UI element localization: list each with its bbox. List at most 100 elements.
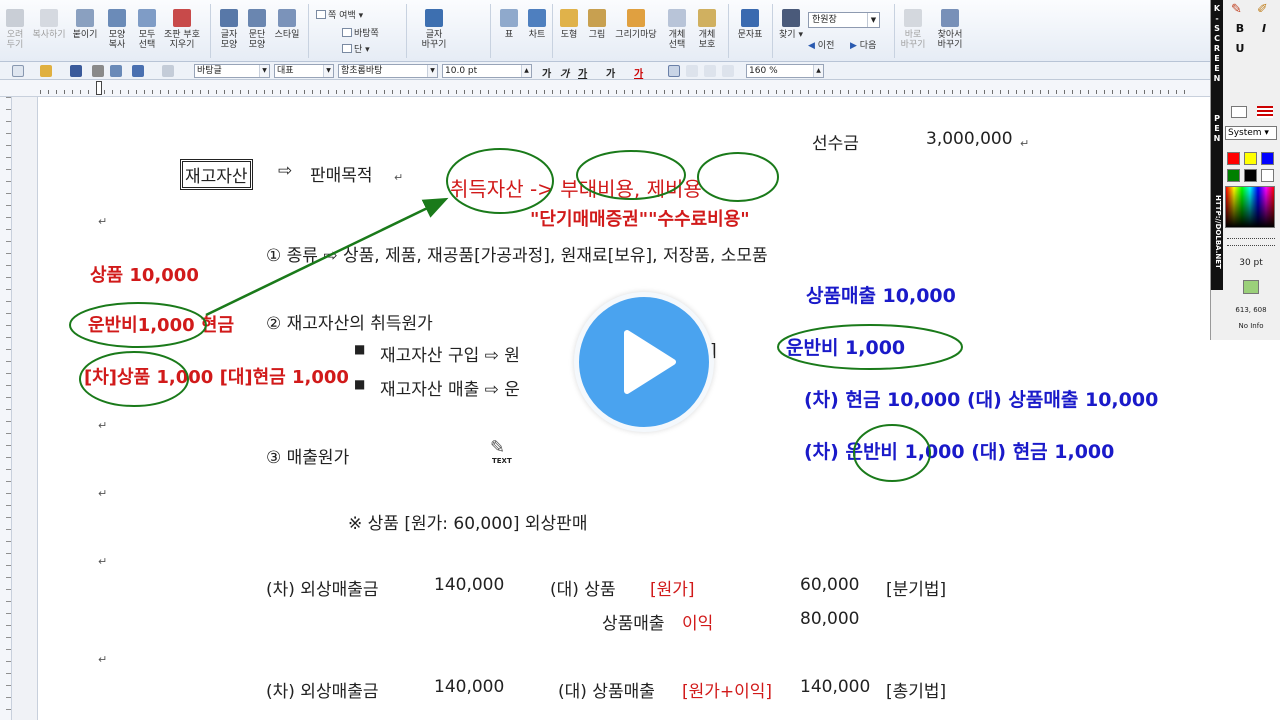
annotation-acquisition: 취득자산 -> 부대비용, 제비용 <box>450 177 702 201</box>
char-shape-button[interactable]: 글자 모양 <box>214 6 244 58</box>
copy-button[interactable]: 복사하기 <box>30 6 68 58</box>
color-swatch-yellow[interactable] <box>1244 152 1257 165</box>
format-toolbar: 바탕글 ▼ 대표 ▼ 함초롬바탕 ▼ 10.0 pt ▲ 가 가 가 가 가 160 %… <box>0 62 1210 80</box>
find-select[interactable]: 한원장 ▼ <box>808 12 880 28</box>
sale-purpose: 판매목적 <box>310 166 373 186</box>
clear-marks-button[interactable]: 조판 부호 지우기 <box>162 6 202 58</box>
underline-button[interactable]: 가 <box>578 65 587 80</box>
page-margin-button[interactable]: 쪽 여백 ▾ <box>316 8 363 21</box>
font-color-button[interactable]: 가 <box>634 65 643 80</box>
pencil-icon[interactable]: ✎ <box>1231 2 1242 17</box>
row1-cost: [원가] <box>650 580 695 600</box>
object-protect-button[interactable]: 개체 보호 <box>692 6 722 58</box>
para-mark: ↵ <box>98 419 108 432</box>
chart-button[interactable]: 차트 <box>522 6 552 58</box>
style-select[interactable]: 바탕글 ▼ <box>194 64 270 78</box>
chart-icon <box>528 9 546 27</box>
select-all-button[interactable]: 모두 선택 <box>132 6 162 58</box>
indent-marker[interactable] <box>96 81 102 95</box>
find-button[interactable]: 찾기 ▾ <box>776 6 806 58</box>
align-center-icon[interactable] <box>704 65 716 77</box>
color-swatch-white[interactable] <box>1261 169 1274 182</box>
annotation-right-freight: 운반비 1,000 <box>786 337 906 359</box>
play-button[interactable] <box>574 292 714 432</box>
align-right-icon[interactable] <box>722 65 734 77</box>
new-doc-icon[interactable] <box>12 65 24 77</box>
drawing-gallery-button[interactable]: 그리기마당 <box>612 6 660 58</box>
format-painter-button[interactable]: 모양 복사 <box>102 6 132 58</box>
object-select-button[interactable]: 개체 선택 <box>662 6 692 58</box>
print-icon[interactable] <box>92 65 104 77</box>
ribbon-toolbar: 오려 두기 복사하기 붙이기 모양 복사 모두 선택 조판 부호 지우기 글자 모양 문단… <box>0 0 1210 62</box>
advance-value: 3,000,000 <box>926 129 1013 149</box>
shape-button[interactable]: 도형 <box>554 6 584 58</box>
pen-icon[interactable]: ✐ <box>1257 2 1268 17</box>
line-spacing-input[interactable]: 160 % ▲ <box>746 64 824 78</box>
paste-button[interactable]: 붙이기 <box>70 6 100 58</box>
flag-icon[interactable] <box>1257 106 1273 118</box>
pen-italic-button[interactable]: I <box>1255 22 1273 35</box>
preview-icon[interactable] <box>110 65 122 77</box>
pen-font-select[interactable]: System ▾ <box>1225 126 1277 140</box>
color-swatch-blue[interactable] <box>1261 152 1274 165</box>
table-button[interactable]: 표 <box>494 6 524 58</box>
scissors-icon <box>6 9 24 27</box>
bold-button[interactable]: 가 <box>542 65 551 80</box>
color-picker[interactable] <box>1225 186 1275 228</box>
char-replace-button[interactable]: 글자 바꾸기 <box>414 6 454 58</box>
column-button[interactable]: 단 ▾ <box>342 42 370 55</box>
master-page-button[interactable]: 바탕쪽 <box>342 26 379 39</box>
find-next-button[interactable]: ▶ 다음 <box>850 38 876 51</box>
italic-button[interactable]: 가 <box>560 65 569 80</box>
pen-url-label: HTTP://DOLBA.NET <box>1214 195 1222 269</box>
annotation-sales: 상품매출 10,000 <box>806 285 956 307</box>
align-left-icon[interactable] <box>686 65 698 77</box>
font-size-input[interactable]: 10.0 pt ▲ <box>442 64 532 78</box>
find-replace-button[interactable]: 찾아서 바꾸기 <box>930 6 970 58</box>
style-button[interactable]: 스타일 <box>270 6 304 58</box>
undo-icon[interactable] <box>132 65 144 77</box>
para-shape-button[interactable]: 문단 모양 <box>242 6 272 58</box>
clipboard-icon <box>76 9 94 27</box>
chevron-down-icon: ▼ <box>427 65 437 77</box>
para-shape-icon <box>248 9 266 27</box>
align-justify-icon[interactable] <box>668 65 680 77</box>
open-folder-icon[interactable] <box>40 65 52 77</box>
picture-button[interactable]: 그림 <box>582 6 612 58</box>
redo-icon[interactable] <box>162 65 174 77</box>
pen-bold-button[interactable]: B <box>1231 22 1249 35</box>
pen-underline-button[interactable]: U <box>1231 42 1249 55</box>
save-icon[interactable] <box>70 65 82 77</box>
replace-icon <box>904 9 922 27</box>
horizontal-ruler[interactable] <box>0 80 1210 97</box>
bullet-sales: 재고자산 매출 ⇨ 운 <box>380 380 520 400</box>
brush-icon <box>108 9 126 27</box>
symbol-button[interactable]: 문자표 <box>732 6 768 58</box>
arrow-left-icon: ◀ <box>808 41 815 51</box>
note-line: ※ 상품 [원가: 60,000] 외상판매 <box>348 514 588 534</box>
keyboard-icon[interactable] <box>1231 106 1247 118</box>
find-replace-icon <box>941 9 959 27</box>
color-swatch-red[interactable] <box>1227 152 1240 165</box>
margin-icon <box>316 10 326 19</box>
font-select[interactable]: 함초롬바탕 ▼ <box>338 64 438 78</box>
pen-width-slider[interactable] <box>1227 238 1275 246</box>
image-icon[interactable] <box>1243 280 1259 294</box>
color-swatch-black[interactable] <box>1244 169 1257 182</box>
color-swatch-green[interactable] <box>1227 169 1240 182</box>
cut-button[interactable]: 오려 두기 <box>0 6 30 58</box>
language-select[interactable]: 대표 ▼ <box>274 64 334 78</box>
inventory-box: 재고자산 <box>180 159 253 190</box>
find-prev-button[interactable]: ◀ 이전 <box>808 38 834 51</box>
arrow-right-icon: ▶ <box>850 41 857 51</box>
ribbon-separator <box>552 4 553 58</box>
quick-replace-button[interactable]: 바로 바꾸기 <box>898 6 928 58</box>
strike-button[interactable]: 가 <box>606 65 615 80</box>
row3-credit: (대) 상품매출 <box>558 682 655 702</box>
row3-method: [총기법] <box>886 682 947 702</box>
vertical-ruler[interactable] <box>0 97 12 720</box>
row3-mid: [원가+이익] <box>682 682 773 702</box>
row3-value: 140,000 <box>800 677 871 697</box>
spinner-icon: ▲ <box>813 65 823 77</box>
row3-debit: (차) 외상매출금 <box>266 682 379 702</box>
